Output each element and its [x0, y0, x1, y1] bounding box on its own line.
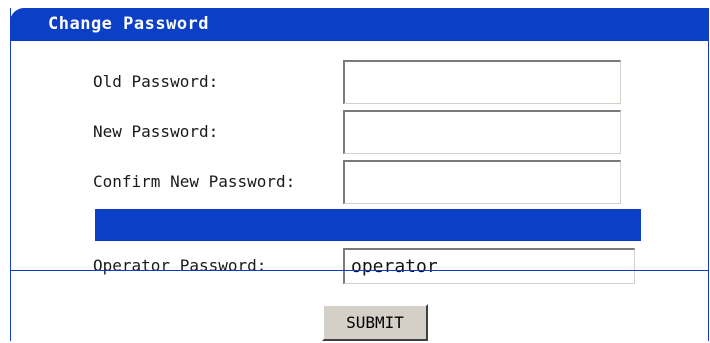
new-password-label: New Password:: [93, 122, 219, 141]
section-separator-bar: [95, 209, 641, 241]
change-password-panel: Change Password Old Password: New Passwo…: [10, 8, 709, 341]
old-password-input[interactable]: [343, 60, 621, 104]
panel-header: Change Password: [10, 8, 709, 41]
footer-divider: [11, 270, 708, 271]
submit-button[interactable]: SUBMIT: [322, 304, 428, 341]
new-password-input[interactable]: [343, 110, 621, 154]
old-password-label: Old Password:: [93, 72, 219, 91]
operator-password-input[interactable]: [343, 248, 635, 284]
panel-title: Change Password: [48, 14, 210, 34]
operator-password-label: Operator Password:: [93, 256, 267, 275]
confirm-password-input[interactable]: [343, 160, 621, 204]
confirm-password-label: Confirm New Password:: [93, 172, 296, 191]
